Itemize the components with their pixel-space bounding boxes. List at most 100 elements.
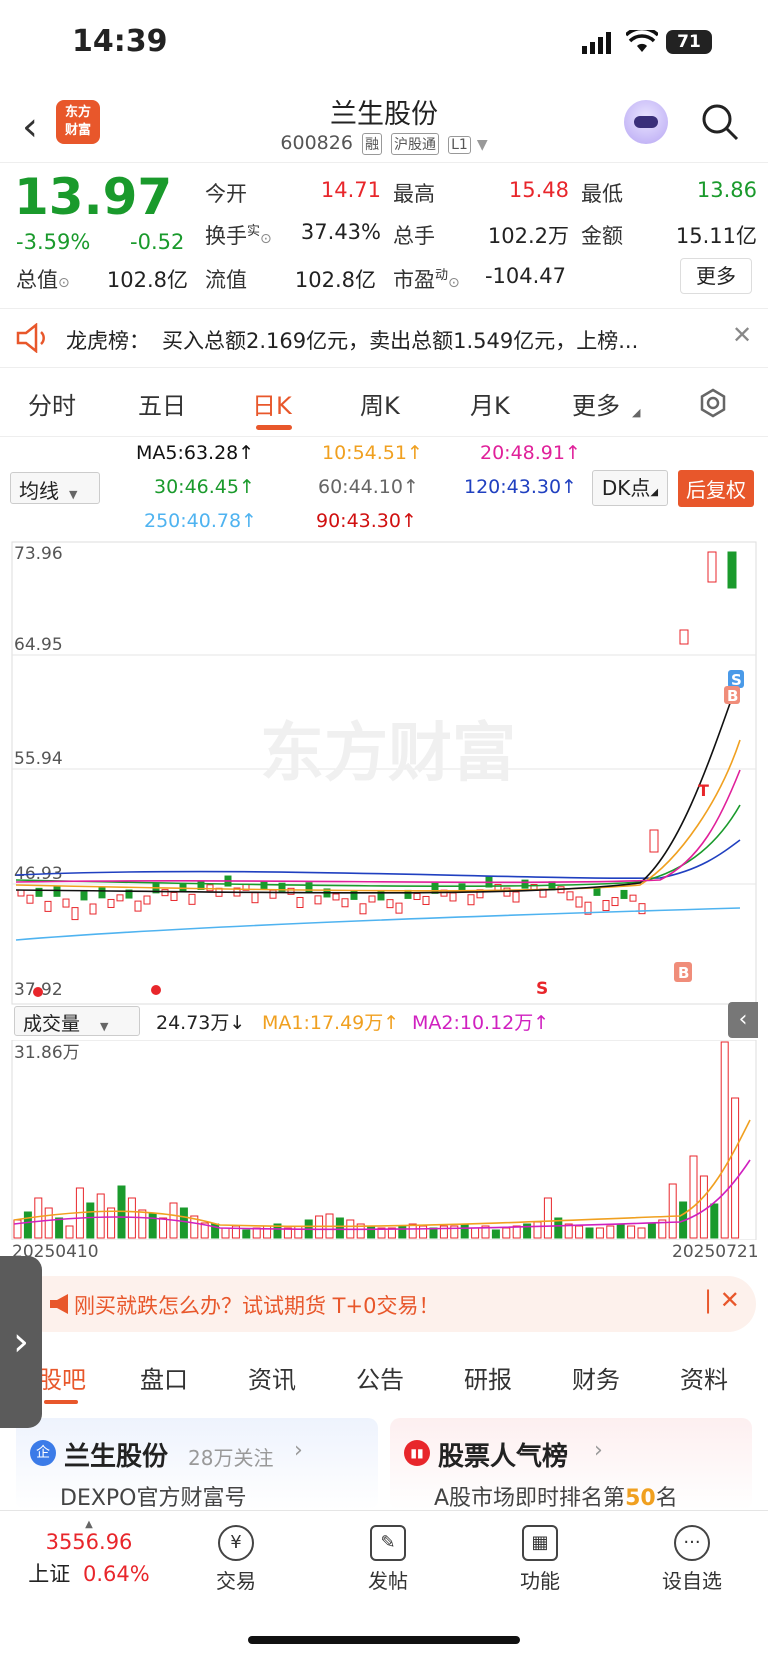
- tab-announcements[interactable]: 公告: [356, 1360, 404, 1395]
- speaker-icon: [16, 323, 45, 353]
- open-value: 14.71: [320, 178, 381, 202]
- nav-trade[interactable]: ¥ 交易: [176, 1525, 296, 1594]
- info-icon[interactable]: ⊙: [260, 231, 272, 247]
- candle: [368, 895, 376, 903]
- candle: [386, 899, 394, 909]
- adjust-button[interactable]: 后复权: [678, 470, 754, 507]
- tab-pankou[interactable]: 盘口: [140, 1360, 188, 1395]
- high-value: 15.48: [508, 178, 569, 202]
- index-name: 上证: [28, 1562, 71, 1586]
- pe-value: -104.47: [484, 264, 566, 288]
- price-axis-label: 64.95: [14, 635, 63, 655]
- volume-chart[interactable]: 31.86万: [0, 1040, 768, 1240]
- index-line: 上证 0.64%: [14, 1558, 164, 1588]
- volume-bar: [720, 1041, 729, 1239]
- tab-intraday[interactable]: 分时: [28, 386, 76, 421]
- kline-chart[interactable]: 东方财富 73.96 64.95 55.94 46.93 37.92 S B B…: [0, 540, 768, 1006]
- caret-icon: ◢: [632, 406, 641, 419]
- candle: [332, 893, 340, 901]
- candle: [395, 902, 403, 914]
- tab-five-day[interactable]: 五日: [138, 386, 186, 421]
- turnover-label-text: 换手: [205, 224, 247, 248]
- index-widget[interactable]: ▲ 3556.96 上证 0.64%: [14, 1519, 164, 1588]
- volume-bar: [502, 1227, 511, 1239]
- chevron-down-icon[interactable]: ▼: [477, 137, 488, 153]
- robot-assistant-icon[interactable]: [624, 100, 668, 144]
- dk-point-button[interactable]: DK点◢: [592, 470, 668, 506]
- ma-selector[interactable]: 均线 ▼: [10, 472, 100, 504]
- grid-icon: ▦: [522, 1525, 558, 1561]
- divider: [0, 162, 768, 163]
- volume-axis-label: 31.86万: [14, 1043, 80, 1063]
- sell-signal-marker: S: [536, 979, 548, 999]
- candle: [649, 829, 659, 853]
- volume-bar: [689, 1155, 698, 1239]
- close-icon[interactable]: ✕: [732, 321, 752, 349]
- close-icon[interactable]: | ✕: [704, 1286, 740, 1314]
- more-dots-icon: ···: [674, 1525, 710, 1561]
- change-amount: -0.52: [130, 230, 185, 254]
- nav-post[interactable]: ✎ 发帖: [328, 1525, 448, 1594]
- open-label: 今开: [205, 182, 247, 206]
- tab-financials[interactable]: 财务: [572, 1360, 620, 1395]
- battery-level: 71: [677, 32, 701, 52]
- candle: [98, 887, 106, 899]
- candle: [707, 551, 717, 583]
- volume-bar: [491, 1229, 500, 1239]
- ma30-text: 30:46.45↑: [154, 476, 255, 498]
- index-pct: 0.64%: [82, 1562, 150, 1586]
- side-drawer-handle[interactable]: ›: [0, 1256, 42, 1428]
- volume-bar: [595, 1227, 604, 1239]
- nav-post-label: 发帖: [368, 1569, 408, 1593]
- t-signal-marker: T: [698, 781, 709, 800]
- nav-add-watchlist-label: 设自选: [662, 1569, 722, 1593]
- wifi-icon: [626, 30, 658, 52]
- volume-bar: [533, 1221, 542, 1239]
- longhu-text: 买入总额2.169亿元，卖出总额1.549亿元，上榜...: [162, 329, 639, 353]
- tab-research[interactable]: 研报: [464, 1360, 512, 1395]
- info-cards: 企 兰生股份 28万关注 › DEXPO官方财富号 ▮▮ 股票人气榜 › A股市…: [0, 1418, 768, 1511]
- date-end: 20250721: [672, 1242, 759, 1262]
- market-cap-label-text: 总值: [16, 268, 58, 292]
- ma120-text: 120:43.30↑: [464, 476, 577, 498]
- longhu-title: 龙虎榜：: [66, 329, 150, 353]
- signal-dot: [33, 987, 43, 997]
- candle: [251, 892, 259, 904]
- futures-promo-banner[interactable]: 刚买就跌怎么办？试试期货 T+0交易！ | ✕: [18, 1276, 756, 1332]
- volume-indicator-selector[interactable]: 成交量 ▼: [14, 1006, 140, 1036]
- ma20-text: 20:48.91↑: [480, 442, 581, 464]
- nav-trade-label: 交易: [216, 1569, 256, 1593]
- candle: [62, 898, 70, 908]
- tab-guba[interactable]: 股吧: [38, 1360, 86, 1395]
- ma120-line: [15, 839, 741, 879]
- tab-daily-k[interactable]: 日K: [252, 386, 292, 421]
- tab-more[interactable]: 更多: [572, 386, 620, 421]
- settings-gear-icon[interactable]: [698, 388, 728, 418]
- longhu-banner[interactable]: 龙虎榜： 买入总额2.169亿元，卖出总额1.549亿元，上榜... ✕: [0, 308, 768, 368]
- status-time: 14:39: [72, 24, 168, 59]
- low-value: 13.86: [696, 178, 757, 202]
- stock-code: 600826: [280, 132, 353, 154]
- candle: [727, 551, 737, 589]
- amount-value: 15.11亿: [675, 224, 757, 248]
- popularity-card[interactable]: ▮▮ 股票人气榜 › A股市场即时排名第50名: [390, 1418, 752, 1511]
- info-icon[interactable]: ⊙: [58, 275, 70, 291]
- yen-icon: ¥: [218, 1525, 254, 1561]
- collapse-panel-icon[interactable]: ‹: [728, 1002, 758, 1038]
- nav-add-watchlist[interactable]: ··· 设自选: [632, 1525, 752, 1594]
- tab-profile[interactable]: 资料: [680, 1360, 728, 1395]
- popularity-card-title: 股票人气榜: [438, 1442, 569, 1472]
- tab-weekly-k[interactable]: 周K: [360, 386, 400, 421]
- turnover-label: 换手实⊙: [205, 220, 272, 250]
- battery-icon: 71: [666, 30, 712, 54]
- nav-functions[interactable]: ▦ 功能: [480, 1525, 600, 1594]
- tab-news[interactable]: 资讯: [248, 1360, 296, 1395]
- more-button[interactable]: 更多: [680, 258, 752, 294]
- tab-monthly-k[interactable]: 月K: [470, 386, 510, 421]
- company-card[interactable]: 企 兰生股份 28万关注 › DEXPO官方财富号: [16, 1418, 378, 1511]
- search-icon[interactable]: [700, 102, 740, 142]
- candle: [305, 882, 313, 894]
- info-icon[interactable]: ⊙: [448, 275, 460, 291]
- candle: [53, 885, 61, 897]
- tag-connect: 沪股通: [391, 133, 440, 155]
